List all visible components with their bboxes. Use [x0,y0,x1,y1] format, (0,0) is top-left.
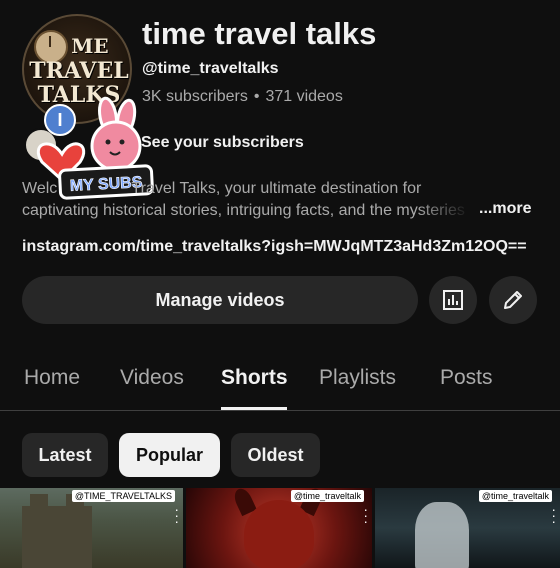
chip-popular[interactable]: Popular [119,433,220,477]
pencil-icon [504,291,522,309]
analytics-button[interactable] [429,276,477,324]
tab-posts[interactable]: Posts [440,366,493,390]
short-thumbnail-3[interactable]: @time_traveltalk · · · [375,488,560,568]
short-thumbnail-2[interactable]: @time_traveltalk · · · [186,488,372,568]
description-line2: captivating historical stories, intrigui… [22,202,465,219]
more-link[interactable]: ...more [479,200,531,218]
more-options-icon[interactable]: · · · [551,502,556,528]
channel-link[interactable]: instagram.com/time_traveltalks?igsh=MWJq… [22,238,527,256]
video-count: 371 videos [265,88,343,105]
tab-home[interactable]: Home [24,366,80,390]
channel-description[interactable]: Welc Travel Talks, your ultimate destina… [22,178,542,222]
short-watermark-1: @TIME_TRAVELTALKS [71,490,175,502]
avatar-text-2: TRAVEL [29,58,129,84]
edit-channel-button[interactable] [489,276,537,324]
description-line1-start: Welc [22,180,58,197]
channel-meta: 3K subscribers • 371 videos [142,88,343,106]
avatar-text-1: ME [71,34,109,58]
meta-separator: • [253,88,260,105]
channel-tabs: Home Videos Shorts Playlists Posts [0,352,560,411]
chip-oldest[interactable]: Oldest [231,433,320,477]
manage-videos-button[interactable]: Manage videos [22,276,418,324]
more-options-icon[interactable]: · · · [174,502,179,528]
ghost-image [415,502,469,568]
short-thumbnail-1[interactable]: @TIME_TRAVELTALKS · · · [0,488,183,568]
tab-playlists[interactable]: Playlists [319,366,396,390]
short-watermark-3: @time_traveltalk [478,490,552,502]
active-tab-indicator [221,407,287,410]
demon-image [244,500,314,568]
channel-handle: @time_traveltalks [142,60,279,77]
description-line1-end: Travel Talks, your ultimate destination … [127,180,422,197]
bar-chart-icon [443,290,463,310]
tab-shorts[interactable]: Shorts [221,366,288,390]
tab-videos[interactable]: Videos [120,366,184,390]
short-watermark-2: @time_traveltalk [290,490,364,502]
channel-title: time travel talks [142,16,377,51]
castle-image [22,494,92,568]
more-options-icon[interactable]: · · · [363,502,368,528]
chip-latest[interactable]: Latest [22,433,108,477]
see-subscribers-link[interactable]: See your subscribers [141,134,304,152]
